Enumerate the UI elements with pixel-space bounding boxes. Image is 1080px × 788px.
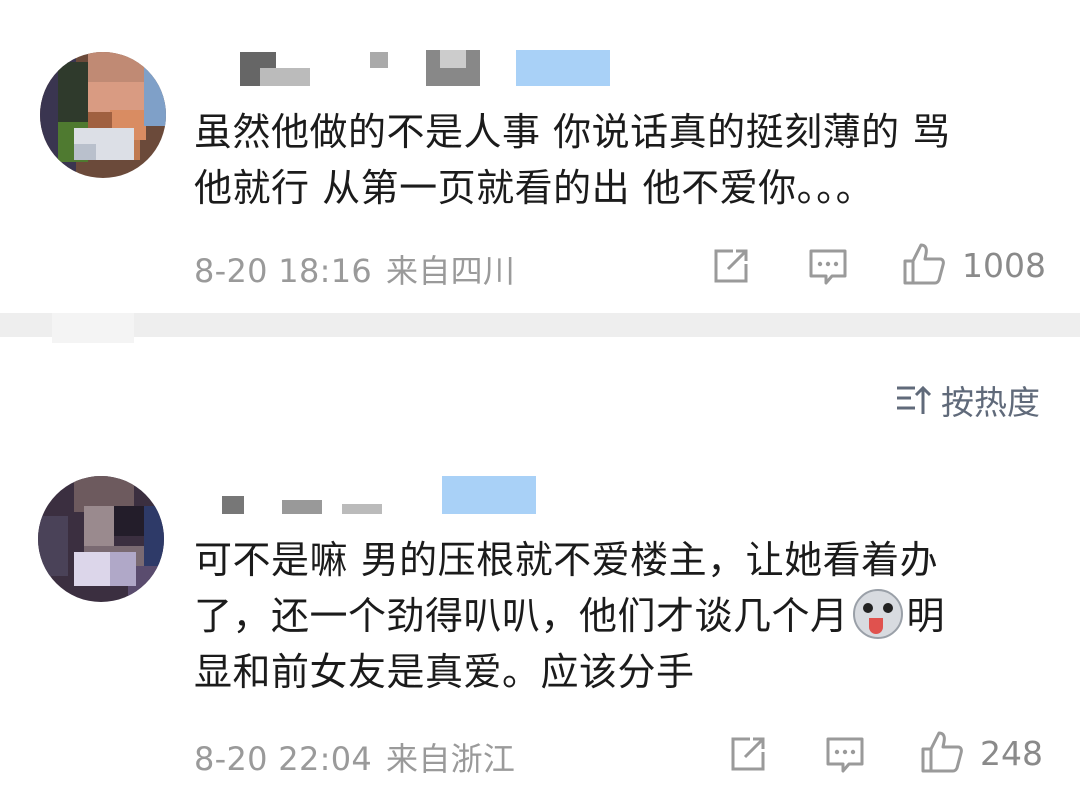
sort-icon [897, 385, 931, 414]
comment-text-line: 可不是嘛 男的压根就不爱楼主，让她看着办 [194, 538, 939, 582]
comment-button[interactable] [824, 734, 866, 776]
repost-icon [714, 249, 748, 283]
like-count: 1008 [962, 246, 1046, 285]
like-button[interactable] [902, 242, 946, 286]
comment-text-line: 显和前女友是真爱。应该分手 [194, 650, 695, 694]
comment-location: 来自浙江 [386, 740, 516, 778]
like-icon [921, 731, 963, 773]
comment-icon [809, 249, 847, 285]
comment-button[interactable] [807, 246, 849, 288]
comment-text-line: 虽然他做的不是人事 你说话真的挺刻薄的 骂 [194, 110, 951, 154]
like-button[interactable] [920, 730, 964, 774]
comment-text: 虽然他做的不是人事 你说话真的挺刻薄的 骂 他就行 从第一页就看的出 他不爱你。… [194, 104, 1044, 216]
comment-meta: 8-20 22:04 来自浙江 [194, 734, 515, 780]
text-span: 了，还一个劲得叭叭，他们才谈几个月 [194, 594, 849, 638]
repost-button[interactable] [711, 246, 751, 286]
husky-emoji-icon [852, 589, 903, 639]
repost-icon [731, 737, 765, 771]
comment-date: 8-20 18:16 [194, 252, 373, 290]
comment-item: 可不是嘛 男的压根就不爱楼主，让她看着办 了，还一个劲得叭叭，他们才谈几个月明 … [0, 440, 1080, 788]
sort-by-hot-button[interactable]: 按热度 [895, 378, 1040, 422]
comment-location: 来自四川 [386, 252, 516, 290]
like-count: 248 [980, 734, 1043, 773]
username[interactable] [222, 476, 542, 514]
comment-text-line: 他就行 从第一页就看的出 他不爱你。。。 [194, 166, 875, 210]
repost-button[interactable] [728, 734, 768, 774]
sort-label: 按热度 [941, 383, 1040, 422]
comment-item: 虽然他做的不是人事 你说话真的挺刻薄的 骂 他就行 从第一页就看的出 他不爱你。… [0, 0, 1080, 313]
username[interactable] [240, 50, 610, 88]
comment-date: 8-20 22:04 [194, 740, 373, 778]
comment-text: 可不是嘛 男的压根就不爱楼主，让她看着办 了，还一个劲得叭叭，他们才谈几个月明 … [194, 532, 1044, 700]
comment-icon [826, 737, 864, 773]
like-icon [903, 243, 945, 285]
comment-meta: 8-20 18:16 来自四川 [194, 246, 515, 292]
text-span: 明 [906, 594, 946, 638]
section-divider [0, 313, 1080, 337]
comment-text-line: 了，还一个劲得叭叭，他们才谈几个月 明 [194, 588, 1044, 644]
